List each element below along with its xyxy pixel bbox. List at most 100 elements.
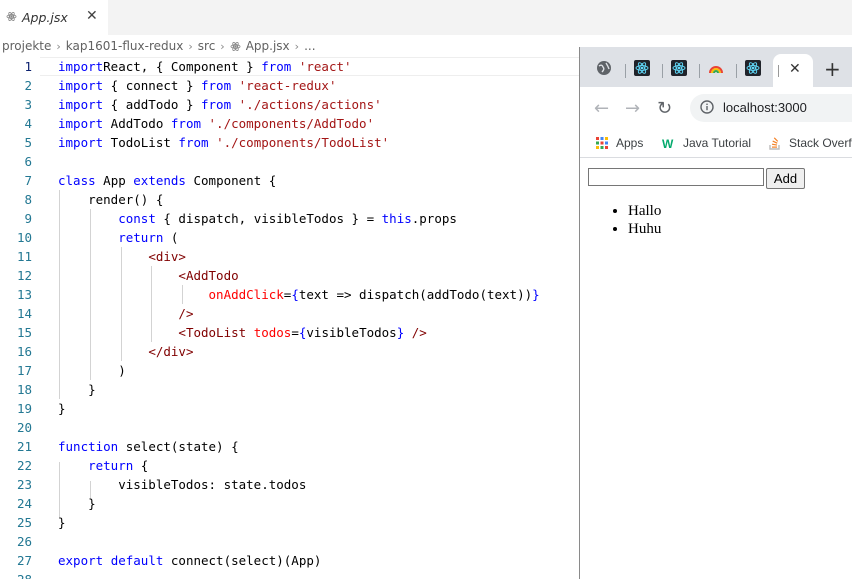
line-source: onAddClick={text => dispatch(addTodo(tex…	[58, 285, 540, 304]
reload-button[interactable]: ↻	[657, 98, 672, 119]
code-line[interactable]: 27 export default connect(select)(App)	[0, 551, 580, 570]
code-line[interactable]: 10 return (	[0, 228, 580, 247]
globe-icon[interactable]	[596, 60, 612, 76]
bookmark-apps[interactable]: Apps	[595, 136, 643, 150]
code-token: const	[118, 211, 156, 226]
code-line[interactable]: 25}	[0, 513, 580, 532]
line-source: function select(state) {	[58, 437, 239, 456]
close-icon[interactable]: ✕	[789, 61, 801, 77]
line-source: class App extends Component {	[58, 171, 276, 190]
breadcrumb-item-project[interactable]: kap1601-flux-redux	[66, 39, 184, 53]
tab-separator	[625, 64, 626, 78]
code-line[interactable]: 18 }	[0, 380, 580, 399]
bookmark-stack-overflow[interactable]: Stack Overfl	[768, 136, 852, 150]
code-line[interactable]: 17 )	[0, 361, 580, 380]
code-token: './components/AddTodo'	[208, 116, 375, 131]
line-number: 8	[24, 192, 32, 207]
code-token: </div>	[148, 344, 194, 359]
browser-tab-active[interactable]: ✕	[773, 54, 813, 87]
line-number: 2	[24, 78, 32, 93]
code-line[interactable]: 23 visibleTodos: state.todos	[0, 475, 580, 494]
code-line[interactable]: 16 </div>	[0, 342, 580, 361]
line-number: 10	[16, 230, 32, 245]
code-line[interactable]: 11 <div>	[0, 247, 580, 266]
code-line[interactable]: 14 />	[0, 304, 580, 323]
code-token: />	[411, 325, 427, 340]
line-number: 1	[24, 59, 32, 74]
bookmark-label: Java Tutorial	[683, 136, 752, 150]
breadcrumb-item-src[interactable]: src	[198, 39, 216, 53]
todo-input[interactable]	[588, 168, 764, 186]
line-source: return (	[58, 228, 178, 247]
code-line[interactable]: 21 function select(state) {	[0, 437, 580, 456]
code-line[interactable]: 19}	[0, 399, 580, 418]
rainbow-icon[interactable]	[708, 60, 724, 76]
code-token: Component {	[185, 173, 277, 188]
code-line[interactable]: 6	[0, 152, 580, 171]
code-line[interactable]: 28	[0, 570, 580, 579]
code-line[interactable]: 4 import AddTodo from './components/AddTo…	[0, 114, 580, 133]
code-token: 'react'	[298, 59, 352, 74]
bookmark-label: Apps	[616, 136, 644, 150]
code-token: }	[58, 496, 96, 511]
code-area[interactable]: 1 importReact, { Component } from 'react'…	[0, 57, 580, 579]
react-icon[interactable]	[745, 60, 761, 76]
code-token: visibleTodos	[306, 325, 397, 340]
line-number: 15	[16, 325, 32, 340]
react-icon[interactable]	[634, 60, 650, 76]
bookmarks-bar: Apps W Java Tutorial Stack Overfl	[580, 129, 852, 158]
code-line[interactable]: 20	[0, 418, 580, 437]
code-line[interactable]: 24 }	[0, 494, 580, 513]
code-line[interactable]: 26	[0, 532, 580, 551]
code-line[interactable]: 7 class App extends Component {	[0, 171, 580, 190]
code-token: <AddTodo	[178, 268, 239, 283]
close-icon[interactable]: ✕	[86, 8, 98, 24]
line-number: 5	[24, 135, 32, 150]
code-line[interactable]: 5 import TodoList from './components/Todo…	[0, 133, 580, 152]
code-line[interactable]: 12 <AddTodo	[0, 266, 580, 285]
code-line[interactable]: 9 const { dispatch, visibleTodos } = thi…	[0, 209, 580, 228]
line-number: 24	[16, 496, 32, 511]
react-icon[interactable]	[671, 60, 687, 76]
line-number: 3	[24, 97, 32, 112]
back-button[interactable]: ←	[594, 98, 609, 119]
breadcrumb-item-file[interactable]: App.jsx	[246, 39, 290, 53]
line-number: 18	[16, 382, 32, 397]
code-line[interactable]: 15 <TodoList todos={visibleTodos} />	[0, 323, 580, 342]
editor-tab-app-jsx[interactable]: App.jsx ✕	[0, 0, 108, 35]
bookmark-java-tutorial[interactable]: W Java Tutorial	[662, 136, 751, 150]
line-source: />	[58, 304, 193, 323]
line-source: import { addTodo } from './actions/actio…	[58, 95, 382, 114]
code-line[interactable]: 22 return {	[0, 456, 580, 475]
code-line[interactable]: 3 import { addTodo } from './actions/acti…	[0, 95, 580, 114]
address-bar[interactable]: localhost:3000	[690, 94, 852, 122]
code-token: from	[170, 116, 201, 131]
tab-separator	[736, 64, 737, 78]
new-tab-button[interactable]: +	[824, 57, 841, 81]
code-token: import	[58, 59, 104, 74]
line-source: importReact, { Component } from 'react'	[58, 57, 352, 76]
forward-button[interactable]: →	[625, 98, 640, 119]
code-token: export	[58, 553, 104, 568]
code-line[interactable]: 1 importReact, { Component } from 'react'	[0, 57, 580, 76]
code-token: }	[58, 401, 66, 416]
code-token: React, { Component }	[103, 59, 262, 74]
add-button[interactable]: Add	[766, 168, 805, 189]
breadcrumb-item-symbols[interactable]: ...	[304, 39, 315, 53]
code-token: }	[58, 515, 66, 530]
code-token: { dispatch, visibleTodos } =	[155, 211, 382, 226]
code-line[interactable]: 13 onAddClick={text => dispatch(addTodo(…	[0, 285, 580, 304]
breadcrumb-item-projekte[interactable]: projekte	[2, 39, 51, 53]
code-token: )	[58, 363, 126, 378]
breadcrumb: projekte › kap1601-flux-redux › src › Ap…	[0, 35, 580, 57]
line-source: return {	[58, 456, 148, 475]
info-icon[interactable]	[700, 100, 714, 114]
code-line[interactable]: 8 render() {	[0, 190, 580, 209]
code-line[interactable]: 2 import { connect } from 'react-redux'	[0, 76, 580, 95]
